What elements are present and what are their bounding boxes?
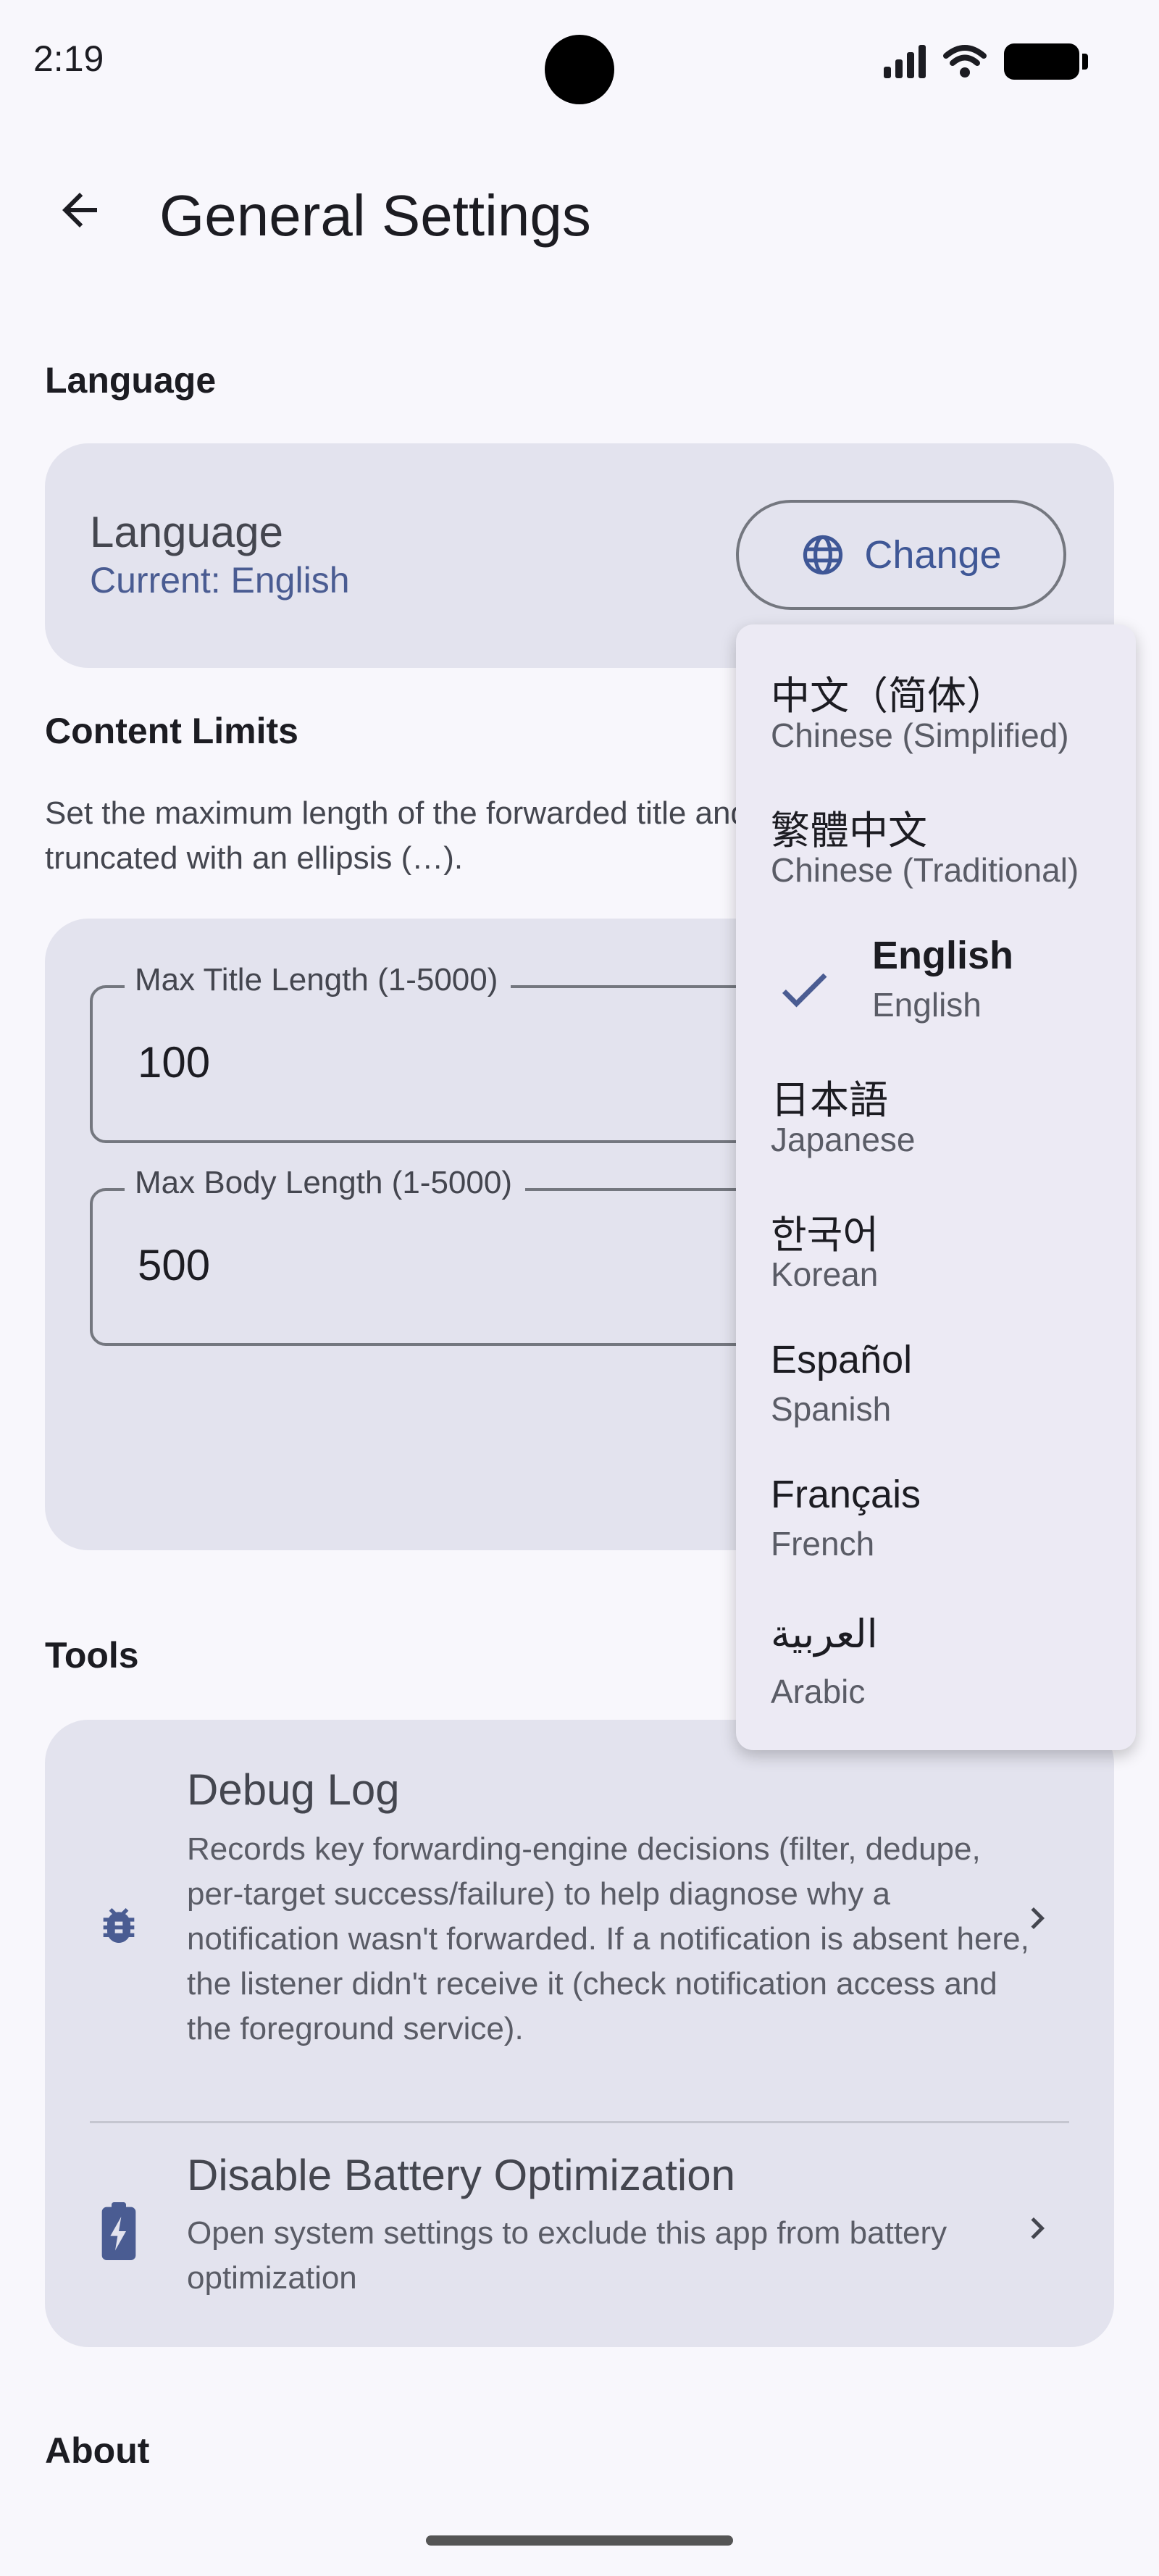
max-body-length-value: 500: [138, 1241, 211, 1289]
page-title: General Settings: [159, 183, 591, 248]
language-english-name: English: [872, 986, 982, 1024]
language-option-chinese-simplified[interactable]: 中文（简体） Chinese (Simplified): [736, 624, 1136, 759]
language-native-name: 中文（简体）: [771, 674, 1005, 718]
status-icons: [884, 43, 1088, 80]
language-native-name: 繁體中文: [771, 809, 927, 853]
change-button-label: Change: [864, 533, 1002, 577]
battery-icon: [1004, 43, 1088, 80]
max-title-length-label: Max Title Length (1-5000): [125, 962, 511, 998]
language-setting-title: Language: [90, 508, 283, 556]
check-icon: [782, 973, 827, 1008]
language-option-arabic[interactable]: العربية Arabic: [736, 1568, 1136, 1727]
signal-icon: [884, 45, 926, 78]
language-native-name: English: [872, 934, 1014, 977]
chevron-right-icon: [1031, 2217, 1045, 2239]
section-header-language: Language: [45, 360, 217, 401]
arrow-back-icon: [62, 193, 97, 227]
language-native-name: 한국어: [771, 1213, 879, 1257]
current-language-label: Current: English: [90, 560, 350, 601]
language-native-name: العربية: [771, 1613, 878, 1656]
debug-log-description: Records key forwarding-engine decisions …: [187, 1831, 1029, 2046]
battery-charging-icon: [101, 2202, 136, 2260]
language-english-name: Chinese (Traditional): [771, 851, 1079, 889]
status-time: 2:19: [33, 38, 104, 79]
language-option-korean[interactable]: 한국어 Korean: [736, 1163, 1136, 1298]
bug-icon: [103, 1908, 135, 1943]
battery-optimization-item[interactable]: Disable Battery Optimization Open system…: [45, 2124, 1114, 2347]
language-english-name: Japanese: [771, 1121, 916, 1158]
language-option-spanish[interactable]: Español Spanish: [736, 1298, 1136, 1433]
camera-cutout: [545, 35, 614, 104]
language-english-name: French: [771, 1525, 875, 1563]
max-body-length-label: Max Body Length (1-5000): [125, 1165, 525, 1201]
back-button[interactable]: [43, 174, 116, 246]
section-header-content-limits: Content Limits: [45, 711, 298, 751]
language-native-name: Español: [771, 1338, 913, 1381]
debug-log-item[interactable]: Debug Log Records key forwarding-engine …: [45, 1720, 1114, 2121]
language-dropdown-menu: 中文（简体） Chinese (Simplified) 繁體中文 Chinese…: [736, 624, 1136, 1750]
language-english-name: Chinese (Simplified): [771, 716, 1069, 754]
max-title-length-value: 100: [138, 1038, 211, 1087]
tools-divider: [90, 2121, 1069, 2123]
language-option-french[interactable]: Français French: [736, 1433, 1136, 1568]
wifi-icon: [943, 45, 987, 78]
battery-optimization-title: Disable Battery Optimization: [187, 2151, 735, 2199]
language-english-name: Korean: [771, 1255, 879, 1293]
language-english-name: Arabic: [771, 1673, 866, 1710]
section-header-tools: Tools: [45, 1635, 139, 1676]
change-language-button[interactable]: Change: [736, 500, 1066, 610]
chevron-right-icon: [1031, 1907, 1045, 1929]
language-native-name: 日本語: [771, 1079, 888, 1122]
navigation-area: [0, 2463, 1159, 2576]
globe-icon: [803, 535, 843, 575]
settings-screen: 2:19 General Settings Language Language …: [0, 0, 1159, 2576]
home-indicator[interactable]: [426, 2535, 733, 2546]
battery-optimization-description: Open system settings to exclude this app…: [187, 2215, 947, 2296]
language-option-chinese-traditional[interactable]: 繁體中文 Chinese (Traditional): [736, 759, 1136, 894]
language-english-name: Spanish: [771, 1390, 892, 1428]
debug-log-title: Debug Log: [187, 1765, 400, 1814]
language-option-japanese[interactable]: 日本語 Japanese: [736, 1029, 1136, 1163]
language-option-english[interactable]: English English: [736, 894, 1136, 1029]
language-native-name: Français: [771, 1473, 921, 1516]
